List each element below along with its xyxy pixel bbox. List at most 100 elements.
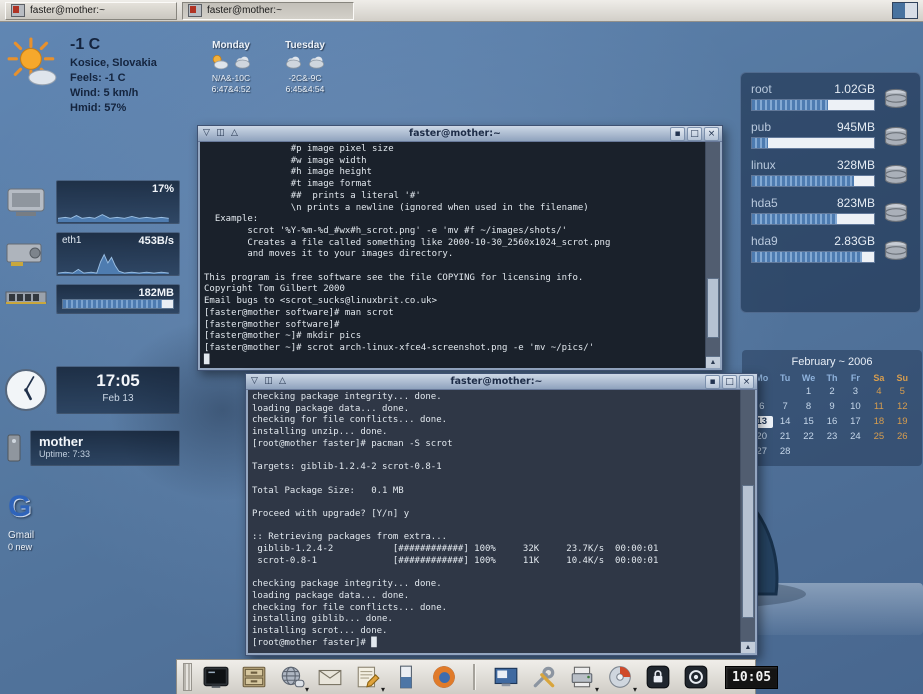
terminal-line: #p image pixel size: [204, 144, 702, 156]
dropdown-arrow-icon[interactable]: ▾: [633, 685, 637, 694]
scrollbar-thumb[interactable]: [742, 485, 754, 619]
cpu-graph: [58, 198, 169, 222]
cloud-icon: [307, 53, 326, 73]
window-stick-icon[interactable]: ◫: [263, 375, 274, 388]
dropdown-arrow-icon[interactable]: ▾: [381, 685, 385, 694]
calendar-day[interactable]: 12: [891, 401, 914, 413]
disk-usage-bar: [751, 175, 875, 187]
disk-name: linux: [751, 158, 776, 172]
scrollbar-thumb[interactable]: [707, 278, 719, 339]
scroll-up-icon[interactable]: ▲: [706, 356, 720, 368]
calendar-day[interactable]: 3: [844, 386, 867, 398]
calendar-day[interactable]: 15: [797, 416, 820, 428]
weather-feels-like: Feels: -1 C: [70, 71, 157, 86]
globe-launcher[interactable]: ▾: [277, 663, 306, 692]
calendar-day[interactable]: 21: [773, 431, 796, 443]
panel-handle[interactable]: [183, 663, 192, 691]
window-stick-icon[interactable]: ◫: [215, 127, 226, 140]
desktop-launcher[interactable]: [491, 663, 520, 692]
calendar-day[interactable]: 28: [773, 446, 796, 458]
window-menu-icon[interactable]: ▽: [201, 127, 212, 140]
calendar-day[interactable]: 22: [797, 431, 820, 443]
dock-separator: [473, 664, 476, 690]
disk-row: hda5823MB: [751, 196, 910, 225]
window-menu-icon[interactable]: ▽: [249, 375, 260, 388]
memory-monitor: 182MB: [4, 284, 180, 314]
taskbar-window-button-2[interactable]: faster@mother:~: [182, 2, 354, 20]
window-titlebar[interactable]: ▽ ◫ △ faster@mother:~ ▪ □ ×: [198, 126, 722, 142]
terminal-line: checking for file conflicts... done.: [252, 415, 737, 427]
forecast-day: Tuesday -2C&-9C 6:45&4:54: [276, 40, 334, 95]
camera-launcher[interactable]: [681, 663, 710, 692]
forecast-temps: -2C&-9C: [276, 73, 334, 84]
disk-row: hda92.83GB: [751, 234, 910, 263]
calendar-day[interactable]: 7: [773, 401, 796, 413]
pager-launcher[interactable]: [391, 663, 420, 692]
firefox-launcher[interactable]: [429, 663, 458, 692]
workspace-1[interactable]: [893, 3, 905, 18]
files-launcher[interactable]: [239, 663, 268, 692]
close-button[interactable]: ×: [739, 375, 754, 389]
close-button[interactable]: ×: [704, 127, 719, 141]
dropdown-arrow-icon[interactable]: ▾: [595, 685, 599, 694]
calendar-day[interactable]: 16: [820, 416, 843, 428]
gmail-icon[interactable]: G: [8, 490, 34, 524]
mail-launcher[interactable]: [315, 663, 344, 692]
media-launcher[interactable]: ▾: [605, 663, 634, 692]
calendar-day[interactable]: 10: [844, 401, 867, 413]
taskbar-window-button-1[interactable]: faster@mother:~: [5, 2, 177, 20]
maximize-button[interactable]: □: [687, 127, 702, 141]
calendar-day[interactable]: 2: [820, 386, 843, 398]
terminal-window-2[interactable]: ▽ ◫ △ faster@mother:~ ▪ □ × checking pac…: [245, 373, 758, 656]
network-card-icon: [4, 232, 50, 276]
scroll-up-icon[interactable]: ▲: [741, 641, 755, 653]
terminal-line: Copyright Tom Gilbert 2000: [204, 284, 702, 296]
weather-humidity: Hmid: 57%: [70, 101, 157, 116]
maximize-button[interactable]: □: [722, 375, 737, 389]
printer-launcher[interactable]: ▾: [567, 663, 596, 692]
calendar-day[interactable]: 25: [867, 431, 890, 443]
terminal-line: [252, 568, 737, 580]
tools-launcher[interactable]: [529, 663, 558, 692]
calendar-day[interactable]: 11: [867, 401, 890, 413]
window-shade-icon[interactable]: △: [229, 127, 240, 140]
current-temperature: -1 C: [70, 36, 157, 54]
forecast-day: Monday N/A&-10C 6:47&4:52: [202, 40, 260, 95]
workspace-2[interactable]: [905, 3, 917, 18]
window-titlebar[interactable]: ▽ ◫ △ faster@mother:~ ▪ □ ×: [246, 374, 757, 390]
calendar-day[interactable]: 17: [844, 416, 867, 428]
terminal-launcher[interactable]: [201, 663, 230, 692]
calendar-day[interactable]: 24: [844, 431, 867, 443]
calendar-day[interactable]: 23: [820, 431, 843, 443]
editor-launcher[interactable]: ▾: [353, 663, 382, 692]
network-rate: 453B/s: [139, 235, 174, 247]
terminal-output[interactable]: checking package integrity... done.loadi…: [248, 390, 741, 653]
hard-disk-icon: [882, 239, 910, 263]
calendar-day[interactable]: 26: [891, 431, 914, 443]
terminal-window-1[interactable]: ▽ ◫ △ faster@mother:~ ▪ □ × #p image pix…: [197, 125, 723, 371]
gmail-widget[interactable]: G Gmail 0 new: [8, 490, 34, 552]
window-shade-icon[interactable]: △: [277, 375, 288, 388]
minimize-button[interactable]: ▪: [670, 127, 685, 141]
minimize-button[interactable]: ▪: [705, 375, 720, 389]
terminal-scrollbar[interactable]: ▲: [740, 390, 755, 653]
calendar-day[interactable]: 5: [891, 386, 914, 398]
dropdown-arrow-icon[interactable]: ▾: [305, 685, 309, 694]
memory-usage-bar: [62, 299, 174, 309]
forecast-day-name: Tuesday: [276, 40, 334, 51]
calendar-day[interactable]: 8: [797, 401, 820, 413]
workspace-switcher[interactable]: [892, 2, 918, 19]
calendar-day[interactable]: 1: [797, 386, 820, 398]
gmail-unread-count: 0 new: [8, 542, 34, 552]
terminal-output[interactable]: #p image pixel size #w image width #h im…: [200, 142, 706, 368]
calendar-day[interactable]: 14: [773, 416, 796, 428]
lock-icon: [645, 664, 671, 690]
calendar-day[interactable]: 9: [820, 401, 843, 413]
terminal-scrollbar[interactable]: ▲: [705, 142, 720, 368]
calendar-day[interactable]: 18: [867, 416, 890, 428]
calendar-day[interactable]: 19: [891, 416, 914, 428]
calendar-day[interactable]: 4: [867, 386, 890, 398]
lock-launcher[interactable]: [643, 663, 672, 692]
dock-icon-row: ▾ ▾ ▾ ▾: [201, 663, 710, 692]
desktop: { "taskbar": { "buttons": [ {"label": "f…: [0, 0, 923, 694]
